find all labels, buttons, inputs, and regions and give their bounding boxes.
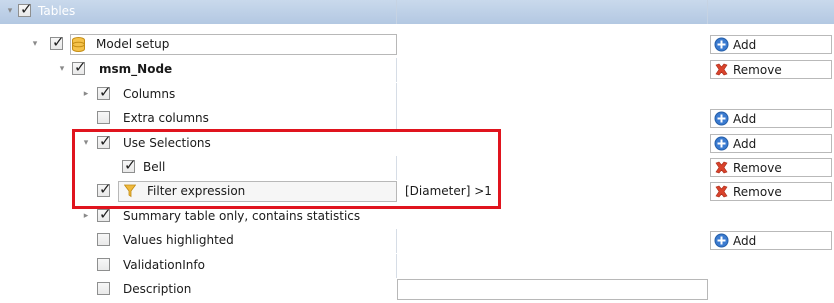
x-icon (714, 62, 729, 77)
plus-circle-icon (714, 37, 729, 52)
extra-columns-label: Extra columns (123, 111, 209, 125)
plus-circle-icon (714, 136, 729, 151)
collapse-arrow-icon[interactable]: ▾ (57, 64, 67, 74)
columns-checkbox[interactable]: ✓ (97, 83, 112, 101)
plus-circle-icon (714, 233, 729, 248)
add-model-setup-button[interactable]: Add (710, 35, 832, 54)
remove-node-button[interactable]: Remove (710, 60, 832, 79)
description-input[interactable] (397, 279, 708, 300)
msm-node-checkbox[interactable]: ✓ (72, 58, 87, 76)
description-label: Description (123, 282, 192, 296)
tree-row-description[interactable]: Description (0, 278, 834, 302)
tree-row-tables[interactable]: ▾ ✓ Tables (0, 0, 834, 24)
tree-row-columns[interactable]: ▸ ✓ Columns (0, 83, 834, 107)
plus-circle-icon (714, 111, 729, 126)
tree-row-model-setup[interactable]: ▾ ✓ Model setup Add (0, 33, 834, 57)
expand-arrow-icon[interactable]: ▸ (81, 211, 91, 221)
validation-info-checkbox[interactable] (97, 258, 110, 271)
remove-bell-button[interactable]: Remove (710, 158, 832, 177)
add-selection-button[interactable]: Add (710, 134, 832, 153)
tree-row-extra-columns[interactable]: Extra columns Add (0, 107, 834, 131)
extra-columns-checkbox[interactable] (97, 111, 110, 124)
x-icon (714, 184, 729, 199)
model-setup-label: Model setup (96, 37, 170, 51)
x-icon (714, 160, 729, 175)
values-highlighted-label: Values highlighted (123, 233, 234, 247)
description-checkbox[interactable] (97, 282, 110, 295)
properties-tree: ▾ ✓ Tables ▾ ✓ Model setup Add ▾ ✓ msm_N… (0, 0, 834, 303)
msm-node-label: msm_Node (99, 62, 173, 76)
summary-table-label: Summary table only, contains statistics (123, 209, 361, 223)
collapse-arrow-icon[interactable]: ▾ (5, 6, 15, 16)
tables-label: Tables (38, 4, 76, 18)
collapse-arrow-icon[interactable]: ▾ (30, 39, 40, 49)
summary-table-checkbox[interactable]: ✓ (97, 205, 112, 223)
selection-highlight-box (72, 129, 501, 209)
validation-info-label: ValidationInfo (123, 258, 205, 272)
expand-arrow-icon[interactable]: ▸ (81, 89, 91, 99)
add-extra-columns-button[interactable]: Add (710, 109, 832, 128)
model-setup-checkbox[interactable]: ✓ (50, 33, 65, 51)
tree-row-values-highlighted[interactable]: Values highlighted Add (0, 229, 834, 253)
remove-filter-button[interactable]: Remove (710, 182, 832, 201)
values-highlighted-checkbox[interactable] (97, 233, 110, 246)
tree-row-msm-node[interactable]: ▾ ✓ msm_Node Remove (0, 58, 834, 82)
add-values-highlighted-button[interactable]: Add (710, 231, 832, 250)
columns-label: Columns (123, 87, 176, 101)
tree-row-validation-info[interactable]: ValidationInfo (0, 254, 834, 278)
database-icon (72, 37, 85, 52)
tables-checkbox[interactable]: ✓ (18, 0, 33, 18)
